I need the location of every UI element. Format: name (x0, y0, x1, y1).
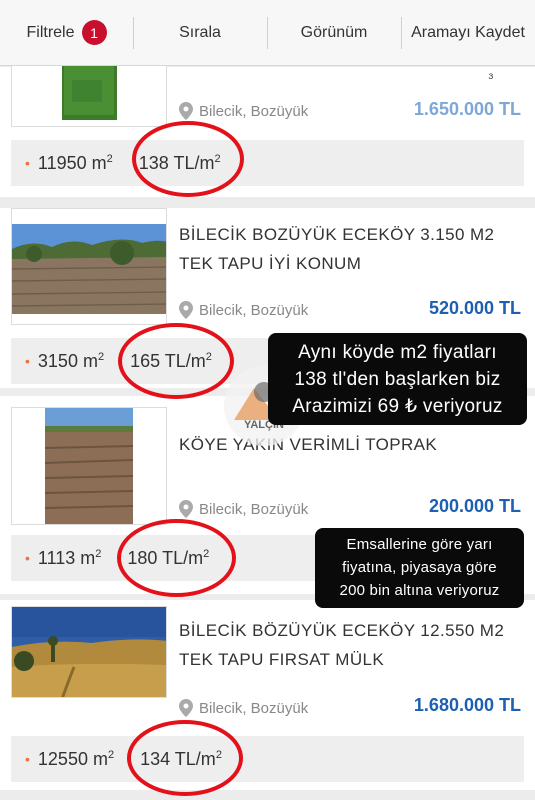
filter-toolbar: Filtrele 1 Sırala Görünüm Aramayı Kaydet (0, 0, 535, 66)
note-line: Arazimizi 69 ₺ veriyoruz (292, 396, 503, 417)
view-button[interactable]: Görünüm (267, 0, 401, 65)
listing-location: Bilecik, Bozüyük (179, 699, 308, 717)
note-line: Emsallerine göre yarı (346, 536, 493, 553)
listing-location-text: Bilecik, Bozüyük (199, 500, 309, 518)
bullet-dot: • (25, 751, 30, 767)
sort-button[interactable]: Sırala (133, 0, 267, 65)
listing-area: 11950 m2 (37, 152, 113, 173)
highlight-circle (132, 121, 244, 197)
location-pin-icon (179, 102, 193, 120)
listing-thumbnail[interactable] (11, 407, 167, 525)
listing-title[interactable]: BİLECİK BÖZÜYÜK ECEKÖY 12.550 M2 TEK TAP… (179, 616, 524, 674)
annotation-note: Emsallerine göre yarı fiyatına, piyasaya… (315, 528, 524, 608)
highlight-circle (127, 720, 243, 796)
listing-title[interactable]: BİLECİK BOZÜYÜK ECEKÖY 3.150 M2 TEK TAPU… (179, 220, 524, 278)
listing-thumbnail[interactable] (11, 59, 167, 127)
listing-location-text: Bilecik, Bozüyük (199, 301, 309, 319)
location-pin-icon (179, 301, 193, 319)
bullet-dot: • (25, 550, 30, 566)
filter-label: Filtrele (26, 23, 75, 41)
filter-button[interactable]: Filtrele 1 (0, 0, 133, 65)
listing-thumbnail[interactable] (11, 208, 167, 325)
filter-count-badge: 1 (81, 20, 107, 45)
listing-card[interactable]: BİLECİK BÖZÜYÜK ECEKÖY 12.550 M2 TEK TAP… (0, 600, 535, 790)
listing-card[interactable]: ₃ Bilecik, Bozüyük 1.650.000 TL • 11950 … (0, 59, 535, 197)
listing-price: 1.680.000 TL (413, 695, 521, 715)
note-line: 138 tl'den başlarken biz (294, 369, 501, 390)
note-line: 200 bin altına veriyoruz (339, 582, 500, 599)
save-search-button[interactable]: Aramayı Kaydet (401, 0, 535, 65)
location-pin-icon (179, 500, 193, 518)
listing-price: 200.000 TL (428, 496, 521, 516)
bullet-dot: • (25, 353, 30, 369)
listing-price: 520.000 TL (428, 298, 521, 318)
save-search-label: Aramayı Kaydet (411, 23, 525, 41)
note-line: Aynı köyde m2 fiyatları (298, 342, 497, 363)
listing-stats: • 11950 m2 138 TL/m2 (11, 140, 524, 186)
listing-area: 1113 m2 (37, 547, 102, 568)
listing-price: 1.650.000 TL (413, 99, 521, 119)
listing-stats: • 12550 m2 134 TL/m2 (11, 736, 524, 782)
note-line: fiyatına, piyasaya göre (342, 559, 497, 576)
view-label: Görünüm (300, 23, 368, 41)
sort-label: Sırala (179, 23, 221, 41)
listing-area: 12550 m2 (37, 748, 115, 769)
annotation-note: Aynı köyde m2 fiyatları 138 tl'den başla… (268, 333, 527, 425)
listing-location: Bilecik, Bozüyük (179, 102, 308, 120)
location-pin-icon (179, 699, 193, 717)
highlight-circle (118, 323, 234, 399)
highlight-circle (117, 519, 236, 597)
bullet-dot: • (25, 155, 30, 171)
listing-location: Bilecik, Bozüyük (179, 301, 308, 319)
listing-area: 3150 m2 (37, 350, 105, 371)
listing-location-text: Bilecik, Bozüyük (199, 699, 309, 717)
listing-location-text: Bilecik, Bozüyük (199, 102, 309, 120)
listing-thumbnail[interactable] (11, 606, 167, 698)
listing-location: Bilecik, Bozüyük (179, 500, 308, 518)
